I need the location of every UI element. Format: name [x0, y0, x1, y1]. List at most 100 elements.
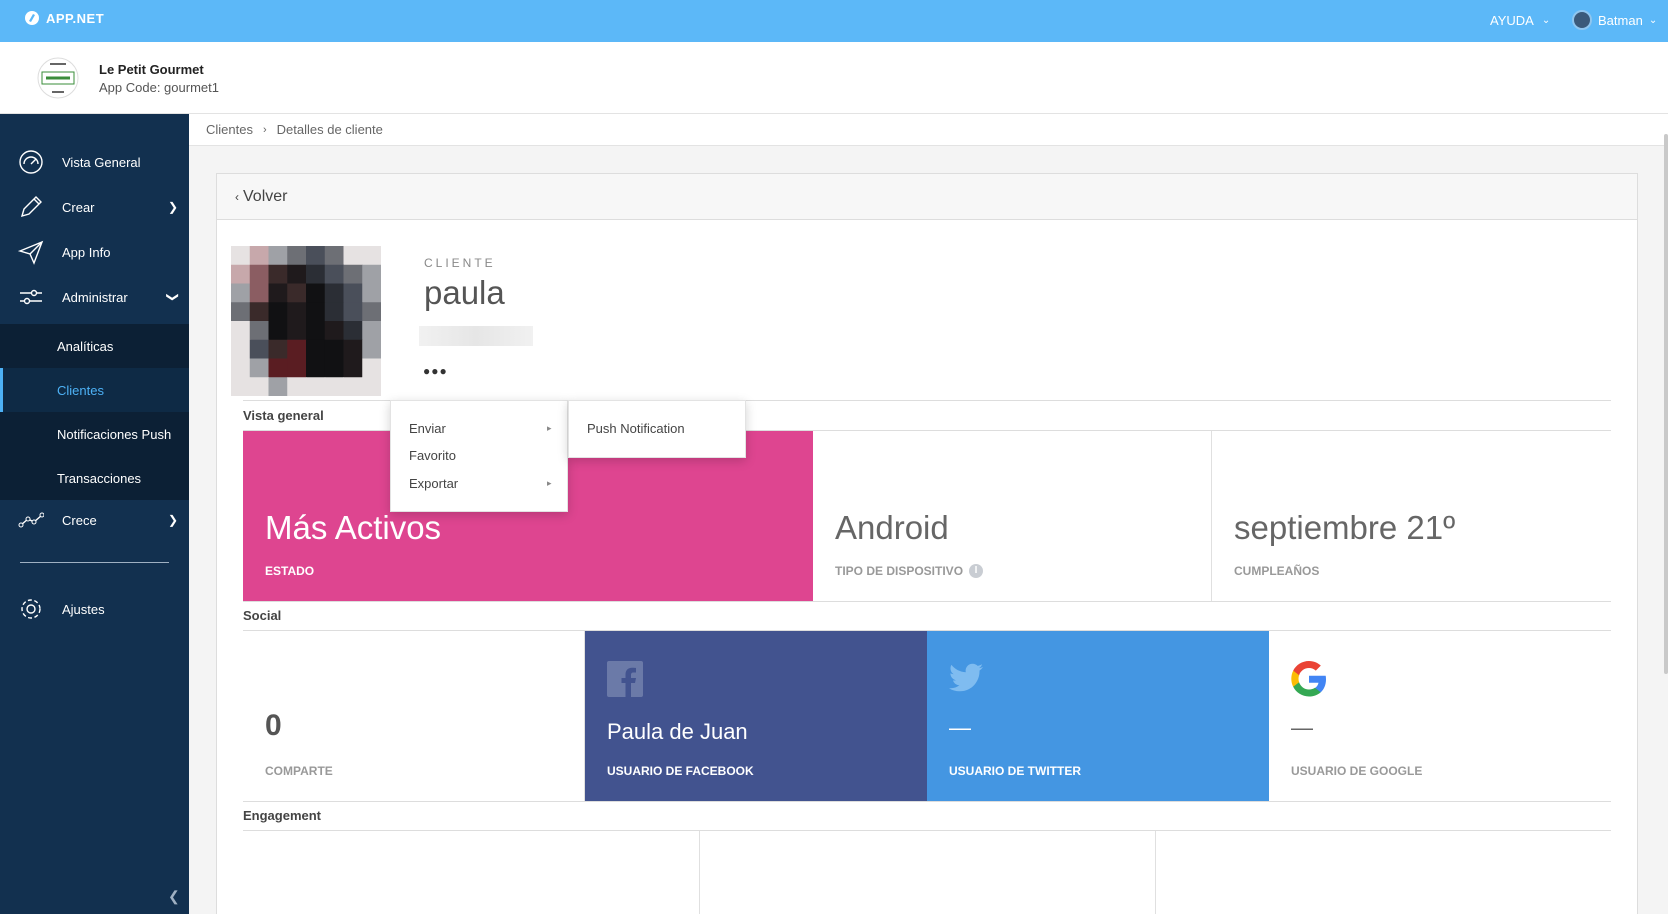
section-divider: [243, 830, 1611, 831]
breadcrumb-clientes[interactable]: Clientes: [206, 122, 253, 137]
gear-icon: [21, 599, 41, 619]
menu-item-push-notification[interactable]: Push Notification: [587, 421, 685, 436]
user-name: Batman: [1598, 12, 1643, 28]
twitter-icon: [949, 663, 983, 692]
sidebar-item-notificaciones-push[interactable]: Notificaciones Push: [0, 412, 189, 456]
sidebar-item-label: Crear: [62, 199, 95, 215]
sidebar-item-label: Crece: [62, 512, 97, 528]
menu-item-enviar[interactable]: Enviar: [409, 421, 446, 436]
top-bar: APP.NET AYUDA ⌄ Batman ⌄: [0, 0, 1668, 42]
app-name: Le Petit Gourmet: [99, 62, 204, 77]
user-avatar-icon: [1572, 10, 1592, 30]
app-code: App Code: gourmet1: [99, 80, 219, 95]
breadcrumb: Clientes › Detalles de cliente: [189, 114, 1668, 146]
chevron-down-icon: ❯: [166, 291, 181, 303]
info-icon[interactable]: i: [969, 564, 984, 578]
help-menu[interactable]: AYUDA ⌄: [1490, 13, 1550, 28]
birthday-value: septiembre 21º: [1234, 509, 1456, 546]
section-title-social: Social: [243, 608, 282, 623]
chevron-down-icon: ⌄: [1541, 15, 1551, 26]
status-label: ESTADO: [265, 564, 315, 578]
help-label: AYUDA: [1490, 13, 1534, 28]
chevron-right-icon: ❯: [168, 513, 179, 527]
engagement-divider: [1155, 831, 1156, 914]
chevron-left-icon: ‹: [235, 189, 239, 204]
shares-label: COMPARTE: [265, 764, 333, 778]
google-tile: — USUARIO DE GOOGLE: [1269, 631, 1611, 801]
facebook-label: USUARIO DE FACEBOOK: [607, 764, 754, 778]
scrollbar[interactable]: [1664, 134, 1668, 674]
twitter-tile: — USUARIO DE TWITTER: [927, 631, 1269, 801]
facebook-value: Paula de Juan: [607, 719, 748, 744]
sidebar-item-label: Vista General: [62, 154, 141, 170]
caret-right-icon: ▸: [547, 423, 552, 433]
sidebar-item-ajustes[interactable]: Ajustes: [0, 587, 189, 631]
back-bar: ‹ Volver: [217, 174, 1637, 220]
app-header: Le Petit Gourmet App Code: gourmet1: [0, 42, 1668, 114]
sidebar-item-label: Ajustes: [62, 601, 105, 617]
chevron-right-icon: ›: [262, 123, 267, 136]
sidebar-item-crece[interactable]: Crece ❯: [0, 498, 189, 542]
sidebar-item-clientes[interactable]: Clientes: [0, 368, 189, 412]
chevron-down-icon: ⌄: [1648, 14, 1658, 26]
section-divider: [243, 801, 1611, 802]
appnet-logo-icon: [25, 11, 39, 25]
menu-item-favorito[interactable]: Favorito: [409, 448, 456, 463]
engagement-divider: [699, 831, 700, 914]
birthday-label: CUMPLEAÑOS: [1234, 564, 1320, 578]
facebook-tile: Paula de Juan USUARIO DE FACEBOOK: [585, 631, 927, 801]
sidebar-item-administrar[interactable]: Administrar ❯: [0, 275, 189, 319]
sidebar-item-label: Notificaciones Push: [57, 426, 172, 442]
shares-value: 0: [265, 709, 282, 742]
sidebar-submenu: Analíticas Clientes Notificaciones Push …: [0, 324, 189, 500]
section-title-engagement: Engagement: [243, 808, 322, 823]
client-email-redacted: [419, 326, 533, 346]
caret-right-icon: ▸: [547, 478, 552, 488]
more-options-icon[interactable]: ●●●: [423, 364, 448, 378]
client-detail-card: ‹ Volver CLIENTE paula ●●● Vista general…: [216, 173, 1638, 914]
client-label: CLIENTE: [424, 256, 496, 270]
device-value: Android: [835, 509, 949, 546]
sidebar-item-transacciones[interactable]: Transacciones: [0, 456, 189, 500]
client-actions-menu: Enviar ▸ Favorito Exportar ▸: [390, 400, 568, 512]
back-link[interactable]: Volver: [243, 188, 287, 206]
sidebar-item-label: Transacciones: [57, 470, 142, 486]
sliders-icon: [20, 289, 42, 305]
sidebar-item-label: Administrar: [62, 289, 128, 305]
section-title-overview: Vista general: [243, 408, 324, 423]
google-label: USUARIO DE GOOGLE: [1291, 764, 1423, 778]
paper-plane-icon: [18, 240, 44, 265]
sidebar: Vista General Crear ❯ App Info Administr…: [0, 114, 189, 914]
menu-item-exportar[interactable]: Exportar: [409, 476, 458, 491]
collapse-sidebar-icon[interactable]: ❮: [168, 888, 180, 905]
user-menu[interactable]: Batman ⌄: [1572, 10, 1657, 30]
google-value: —: [1291, 715, 1313, 740]
sidebar-item-label: Clientes: [57, 382, 104, 398]
status-value: Más Activos: [265, 509, 442, 546]
shares-tile: 0 COMPARTE: [243, 631, 585, 801]
google-icon: [1291, 661, 1326, 697]
section-divider: [243, 601, 1611, 602]
breadcrumb-current: Detalles de cliente: [276, 122, 383, 137]
twitter-value: —: [949, 715, 971, 740]
birthday-tile: septiembre 21º CUMPLEAÑOS: [1212, 431, 1611, 601]
device-tile: Android TIPO DE DISPOSITIVO i: [813, 431, 1212, 601]
facebook-icon: [607, 661, 643, 697]
sidebar-item-label: Analíticas: [57, 338, 114, 354]
profile-image: [231, 246, 381, 396]
speedometer-icon: [19, 150, 43, 174]
sidebar-item-analiticas[interactable]: Analíticas: [0, 324, 189, 368]
brand[interactable]: APP.NET: [24, 10, 104, 26]
sidebar-item-vista-general[interactable]: Vista General: [0, 140, 189, 184]
sidebar-item-label: App Info: [62, 244, 111, 260]
pencil-icon: [20, 196, 42, 218]
sidebar-item-app-info[interactable]: App Info: [0, 230, 189, 274]
app-logo-icon: [37, 57, 79, 99]
growth-icon: [18, 512, 44, 528]
device-label-row: TIPO DE DISPOSITIVO i: [835, 564, 984, 578]
client-name: paula: [424, 274, 505, 311]
sidebar-divider: [20, 562, 169, 563]
brand-name: APP.NET: [46, 10, 105, 26]
send-submenu: Push Notification: [568, 400, 746, 458]
sidebar-item-crear[interactable]: Crear ❯: [0, 185, 189, 229]
